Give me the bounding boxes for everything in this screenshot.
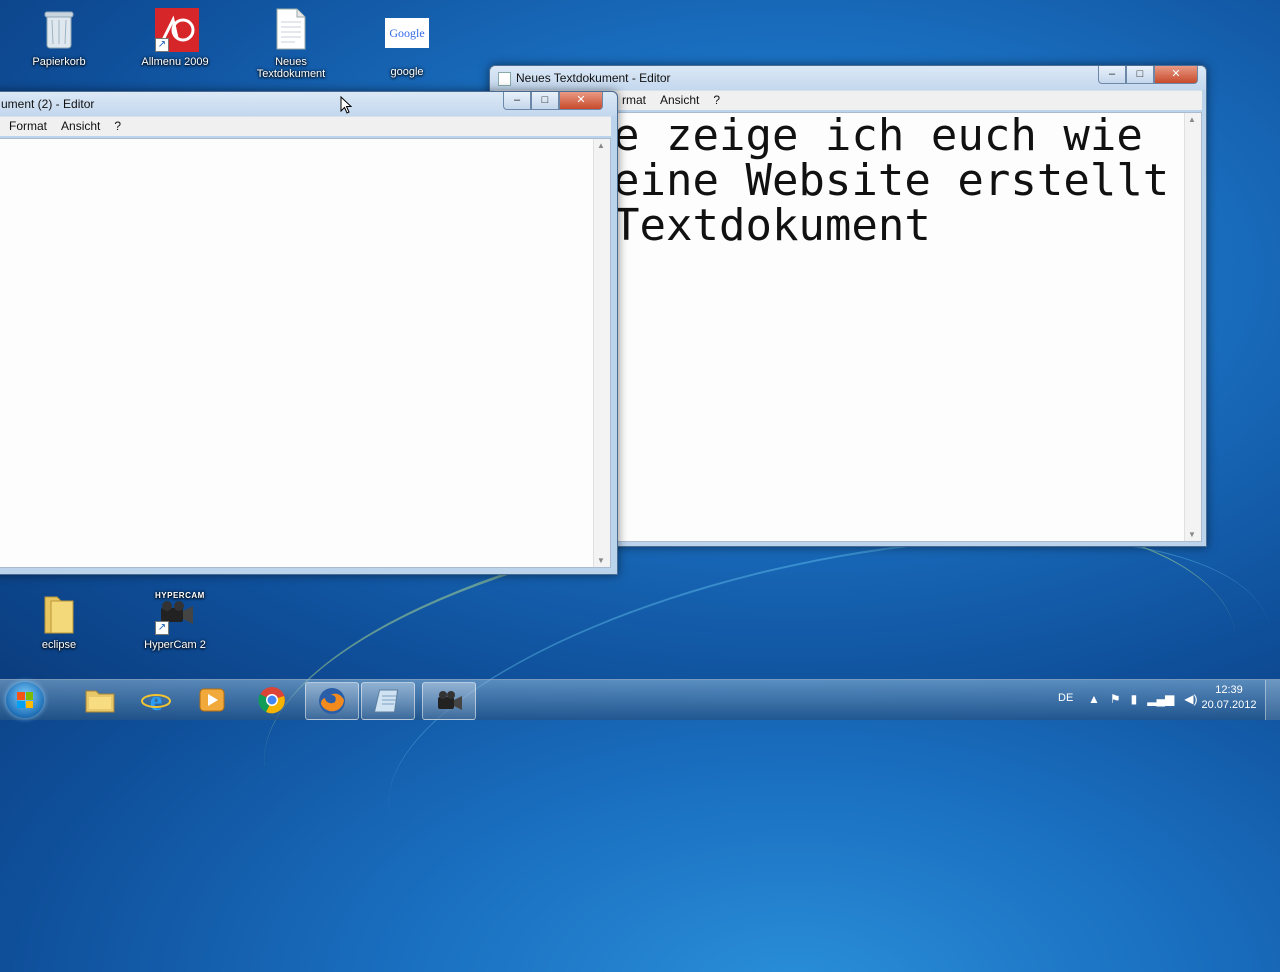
taskbar: e DE ▲ ⚑ ▮ ▂▄▆ ◀) 12:39 20.07.2012	[0, 679, 1280, 720]
desktop-icon-google[interactable]: Google google	[357, 8, 457, 78]
desktop-icon-eclipse[interactable]: eclipse	[9, 591, 109, 651]
close-button[interactable]: ✕	[559, 92, 603, 110]
windows-logo-icon	[17, 692, 33, 708]
clock-date: 20.07.2012	[1201, 699, 1257, 711]
menu-view[interactable]: Ansicht	[652, 91, 705, 110]
text-document-icon	[271, 8, 311, 52]
vertical-scrollbar[interactable]: ▲ ▼	[1184, 113, 1201, 541]
scroll-down-icon[interactable]: ▼	[597, 556, 605, 565]
document-text: e zeige ich euch wie eine Website erstel…	[613, 112, 1170, 251]
menu-view[interactable]: Ansicht	[53, 117, 106, 136]
taskbar-explorer[interactable]	[74, 682, 126, 718]
language-indicator[interactable]: DE	[1058, 692, 1073, 704]
taskbar-chrome[interactable]	[246, 682, 298, 718]
chrome-icon	[258, 687, 285, 714]
menu-help[interactable]: ?	[705, 91, 726, 110]
desktop-icon-text-document[interactable]: Neues Textdokument	[241, 8, 341, 80]
start-button[interactable]	[6, 682, 44, 718]
vertical-scrollbar[interactable]: ▲ ▼	[593, 139, 610, 567]
desktop-icon-label: Neues Textdokument	[256, 56, 326, 80]
taskbar-hypercam[interactable]	[422, 682, 476, 720]
notepad-icon	[374, 689, 399, 713]
scroll-up-icon[interactable]: ▲	[1188, 115, 1196, 124]
allmenu-icon: ↗	[155, 8, 199, 52]
taskbar-notepad[interactable]	[361, 682, 415, 720]
window-title: ument (2) - Editor	[1, 97, 95, 111]
svg-text:e: e	[150, 686, 162, 715]
show-hidden-icons-icon[interactable]: ▲	[1088, 692, 1100, 706]
taskbar-internet-explorer[interactable]: e	[130, 682, 182, 718]
scroll-down-icon[interactable]: ▼	[1188, 530, 1196, 539]
firefox-icon	[319, 688, 345, 714]
menu-format[interactable]: Format	[0, 117, 53, 136]
taskbar-media-player[interactable]	[186, 682, 238, 718]
desktop-icon-label: google	[390, 66, 424, 78]
power-icon[interactable]: ▮	[1131, 692, 1138, 706]
desktop-icon-label: Allmenu 2009	[141, 56, 209, 68]
notepad-window-left[interactable]: ument (2) - Editor – □ ✕ Format Ansicht …	[0, 91, 618, 575]
google-logo-text: Google	[385, 18, 429, 48]
shortcut-arrow-icon: ↗	[155, 38, 169, 52]
maximize-button[interactable]: □	[531, 92, 559, 110]
close-button[interactable]: ✕	[1154, 66, 1198, 84]
minimize-button[interactable]: –	[503, 92, 531, 110]
clock-time: 12:39	[1215, 684, 1243, 696]
hypercam-icon	[438, 691, 462, 710]
desktop-icon-allmenu[interactable]: ↗ Allmenu 2009	[125, 8, 225, 68]
desktop-icon-label: HyperCam 2	[144, 639, 206, 651]
window-title: Neues Textdokument - Editor	[516, 71, 671, 85]
clock[interactable]: 12:39 20.07.2012	[1194, 683, 1264, 713]
folder-icon	[85, 690, 115, 713]
desktop-icon-label: eclipse	[41, 639, 77, 651]
media-player-icon	[199, 688, 225, 712]
title-bar[interactable]: ument (2) - Editor – □ ✕	[0, 92, 617, 116]
internet-explorer-icon: e	[141, 686, 171, 715]
network-signal-icon[interactable]: ▂▄▆	[1147, 692, 1174, 706]
desktop-icon-hypercam[interactable]: HYPERCAM ↗ HyperCam 2	[125, 591, 225, 651]
desktop-icon-label: Papierkorb	[32, 56, 86, 68]
scroll-up-icon[interactable]: ▲	[597, 141, 605, 150]
text-editor[interactable]: ▲ ▼	[0, 138, 611, 568]
hypercam-logo-text: HYPERCAM	[155, 591, 205, 600]
menu-help[interactable]: ?	[106, 117, 127, 136]
google-icon: Google	[385, 18, 429, 62]
hypercam-icon: HYPERCAM ↗	[155, 591, 205, 635]
shortcut-arrow-icon: ↗	[155, 621, 169, 635]
maximize-button[interactable]: □	[1126, 66, 1154, 84]
minimize-button[interactable]: –	[1098, 66, 1126, 84]
taskbar-firefox[interactable]	[305, 682, 359, 720]
action-center-flag-icon[interactable]: ⚑	[1110, 692, 1121, 706]
desktop-icon-recycle-bin[interactable]: Papierkorb	[9, 8, 109, 68]
show-desktop-button[interactable]	[1265, 680, 1280, 720]
folder-icon	[39, 591, 79, 635]
title-bar[interactable]: Neues Textdokument - Editor – □ ✕	[490, 66, 1206, 90]
recycle-bin-icon	[39, 8, 79, 52]
notepad-icon	[498, 72, 511, 86]
menu-bar: Format Ansicht ?	[0, 116, 611, 136]
mouse-cursor-icon	[340, 95, 353, 119]
